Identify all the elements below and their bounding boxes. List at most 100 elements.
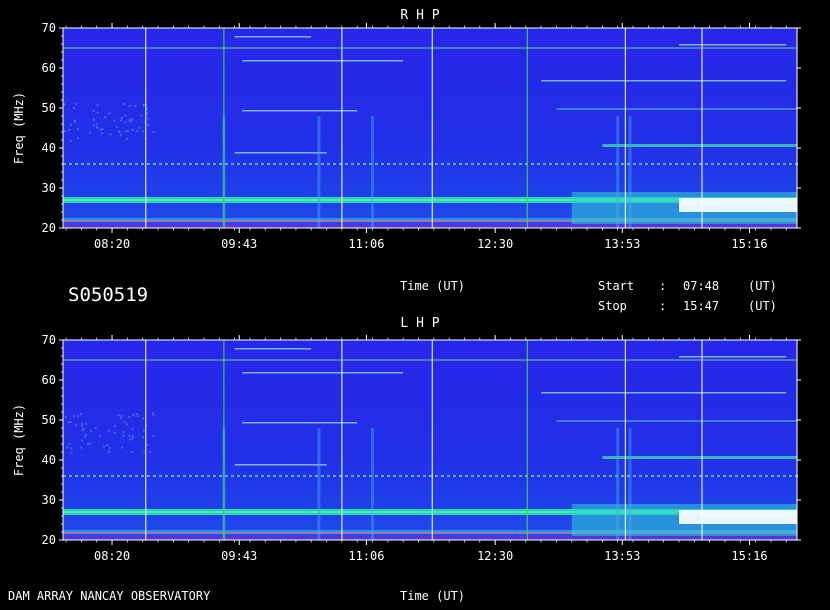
emission-band-dotted — [537, 163, 540, 165]
emission-band-dotted — [327, 163, 330, 165]
emission-band-dotted — [171, 163, 174, 165]
emission-band-dotted — [207, 475, 210, 477]
emission-band-dotted — [771, 475, 774, 477]
noise-speckle — [146, 112, 149, 115]
emission-band-dotted — [549, 475, 552, 477]
emission-streak — [234, 152, 327, 154]
emission-band-dotted — [561, 163, 564, 165]
noise-speckle — [96, 111, 99, 114]
noise-speckle — [147, 117, 150, 120]
noise-speckle — [69, 123, 72, 126]
stop-unit: (UT) — [748, 299, 777, 313]
emission-band-dotted — [687, 163, 690, 165]
noise-speckle — [124, 114, 127, 117]
emission-band-edge — [63, 224, 797, 227]
emission-band-dotted — [405, 475, 408, 477]
x-tick-label: 15:16 — [731, 549, 767, 563]
noise-speckle — [106, 444, 109, 447]
emission-band-dotted — [591, 163, 594, 165]
noise-speckle — [72, 107, 75, 110]
noise-speckle — [80, 439, 83, 442]
emission-band-dotted — [219, 475, 222, 477]
emission-band-dotted — [195, 163, 198, 165]
emission-band-dotted — [585, 475, 588, 477]
noise-speckle — [151, 412, 154, 415]
y-tick-label: 20 — [42, 533, 56, 547]
noise-speckle — [138, 126, 141, 129]
emission-band-dotted — [225, 163, 228, 165]
emission-band-dotted — [87, 475, 90, 477]
emission-band-dotted — [363, 475, 366, 477]
noise-speckle — [84, 435, 87, 438]
emission-band-dotted — [213, 163, 216, 165]
emission-band-dotted — [639, 475, 642, 477]
emission-band-dotted — [591, 475, 594, 477]
emission-band-dotted — [387, 163, 390, 165]
emission-band-dotted — [399, 475, 402, 477]
emission-band-dotted — [633, 475, 636, 477]
emission-band-dotted — [261, 163, 264, 165]
emission-band-dotted — [165, 163, 168, 165]
emission-streak — [242, 110, 358, 112]
emission-band-dotted — [141, 475, 144, 477]
emission-band-dotted — [573, 475, 576, 477]
noise-speckle — [137, 415, 140, 418]
vertical-burst — [628, 116, 632, 228]
emission-band-dotted — [177, 475, 180, 477]
noise-speckle — [81, 425, 84, 428]
noise-speckle — [131, 427, 134, 430]
noise-speckle — [92, 124, 95, 127]
emission-band-dotted — [195, 475, 198, 477]
stop-value: 15:47 — [683, 299, 719, 313]
emission-band-dotted — [579, 163, 582, 165]
emission-band-dotted — [435, 163, 438, 165]
emission-band-dotted — [735, 163, 738, 165]
emission-band-dotted — [789, 163, 792, 165]
noise-speckle — [142, 130, 145, 133]
emission-band-dotted — [705, 163, 708, 165]
emission-band-dotted — [231, 475, 234, 477]
emission-band-dotted — [519, 163, 522, 165]
noise-speckle — [118, 130, 121, 133]
emission-band-dotted — [393, 475, 396, 477]
emission-band-dotted — [111, 163, 114, 165]
emission-band-dotted — [747, 475, 750, 477]
start-unit: (UT) — [748, 279, 777, 293]
noise-speckle — [125, 137, 128, 140]
emission-band-dotted — [675, 163, 678, 165]
emission-band-dotted — [87, 163, 90, 165]
noise-speckle — [142, 103, 145, 106]
emission-band-dotted — [291, 475, 294, 477]
emission-band-dotted — [465, 475, 468, 477]
emission-band-dotted — [663, 475, 666, 477]
afternoon-emission-core — [679, 510, 797, 524]
emission-band-dotted — [561, 475, 564, 477]
noise-speckle — [132, 414, 135, 417]
noise-speckle — [108, 447, 111, 450]
afternoon-band-40 — [602, 144, 797, 147]
emission-band-dotted — [447, 475, 450, 477]
x-tick-label: 09:43 — [221, 549, 257, 563]
emission-band-dotted — [297, 475, 300, 477]
noise-speckle — [89, 442, 92, 445]
emission-band-dotted — [183, 163, 186, 165]
noise-speckle — [131, 128, 134, 131]
emission-band-dotted — [333, 163, 336, 165]
emission-band-dotted — [183, 475, 186, 477]
emission-band-dotted — [651, 163, 654, 165]
emission-band-dotted — [345, 475, 348, 477]
noise-speckle — [128, 416, 131, 419]
y-tick-label: 50 — [42, 101, 56, 115]
emission-band-dotted — [75, 163, 78, 165]
emission-band-dotted — [291, 163, 294, 165]
rhp-x-axis-label: Time (UT) — [400, 279, 465, 293]
emission-band-dotted — [609, 163, 612, 165]
noise-speckle — [113, 424, 116, 427]
emission-band-dotted — [441, 475, 444, 477]
emission-band-dotted — [657, 163, 660, 165]
noise-speckle — [130, 118, 133, 121]
emission-band-dotted — [237, 163, 240, 165]
y-tick-label: 30 — [42, 181, 56, 195]
noise-speckle — [101, 128, 104, 131]
emission-band-dotted — [69, 163, 72, 165]
